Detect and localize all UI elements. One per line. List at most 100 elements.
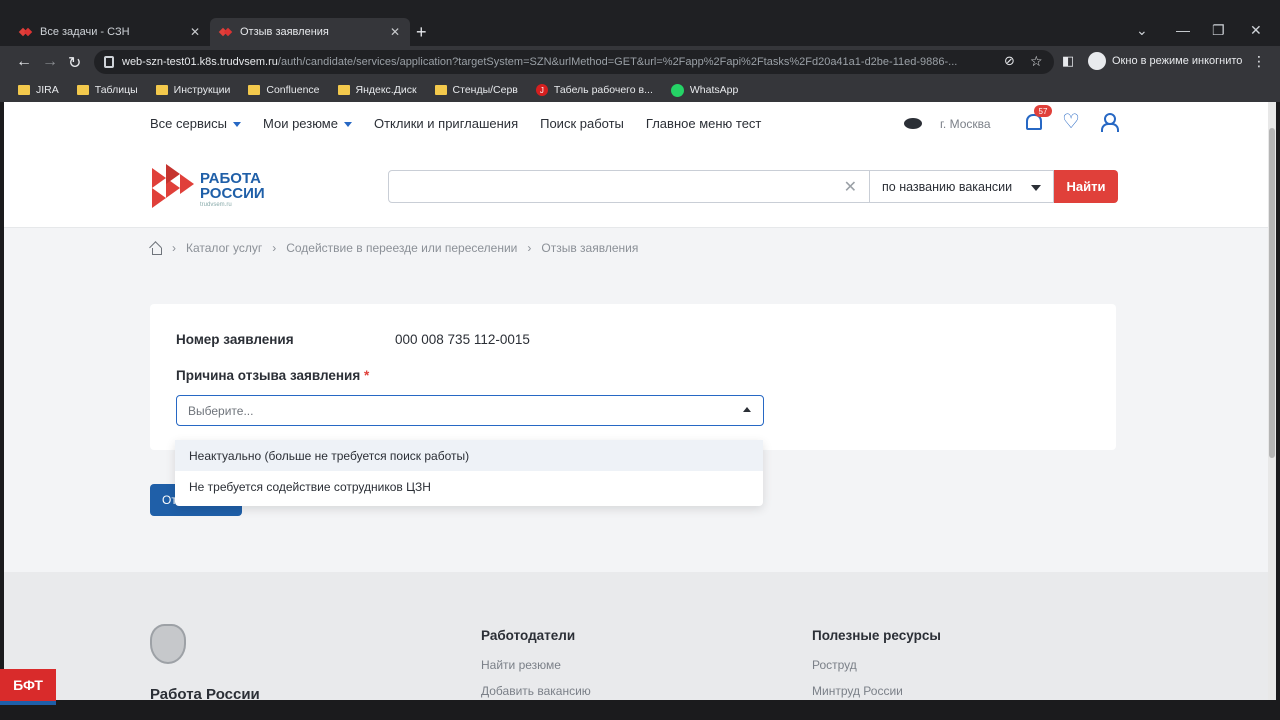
user-icon[interactable] <box>1100 113 1119 132</box>
forward-icon[interactable]: → <box>42 53 58 71</box>
home-icon[interactable] <box>150 243 162 255</box>
scrollbar-thumb[interactable] <box>1269 128 1275 458</box>
close-tab-icon[interactable]: ✕ <box>390 25 400 39</box>
whatsapp-icon <box>670 83 684 97</box>
bookmark-timesheet[interactable]: J Табель рабочего в... <box>535 84 653 96</box>
j-logo-icon: J <box>535 84 548 96</box>
lock-icon <box>104 56 114 68</box>
page-scrollbar[interactable] <box>1268 102 1276 700</box>
reason-label-text: Причина отзыва заявления <box>176 368 361 383</box>
browser-tabbar: Все задачи - СЗН ✕ Отзыв заявления ✕ + ⌄… <box>0 0 1280 46</box>
incognito-indicator[interactable]: Окно в режиме инкогнито <box>1088 52 1242 70</box>
breadcrumb-separator: › <box>527 241 532 255</box>
caret-down-icon <box>343 122 352 128</box>
close-window-icon[interactable]: ✕ <box>1250 22 1262 39</box>
bft-logo-badge: БФТ <box>0 669 56 705</box>
footer-link-add-vacancy[interactable]: Добавить вакансию <box>481 684 591 698</box>
screen-bottom-bar <box>0 700 1280 720</box>
bookmark-instructions[interactable]: Инструкции <box>155 84 231 96</box>
top-navigation: Все сервисы Мои резюме Отклики и приглаш… <box>150 116 761 131</box>
application-number-label: Номер заявления <box>176 332 294 347</box>
bookmark-label: Яндекс.Диск <box>355 84 417 96</box>
url-host: web-szn-test01.k8s.trudvsem.ru <box>122 56 278 68</box>
folder-icon <box>155 85 168 95</box>
heart-icon[interactable]: ♡ <box>1062 112 1080 132</box>
withdraw-form-card: Номер заявления 000 008 735 112-0015 При… <box>150 304 1116 450</box>
star-icon[interactable]: ☆ <box>1030 53 1043 70</box>
logo-line-2: РОССИИ <box>200 185 265 202</box>
tab-search-icon[interactable]: ⌄ <box>1136 22 1148 39</box>
breadcrumb-current: Отзыв заявления <box>541 241 639 255</box>
back-icon[interactable]: ← <box>16 53 32 71</box>
breadcrumb-separator: › <box>172 241 176 255</box>
reason-select[interactable]: Выберите... <box>176 395 764 426</box>
eye-off-icon[interactable]: ⊘ <box>1004 53 1015 69</box>
bookmark-yandex-disk[interactable]: Яндекс.Диск <box>337 84 417 96</box>
footer-brand: Работа России <box>150 686 260 700</box>
caret-down-icon <box>1031 185 1041 191</box>
footer-link-mintrud[interactable]: Минтруд России <box>812 684 903 698</box>
address-bar[interactable]: web-szn-test01.k8s.trudvsem.ru /auth/can… <box>94 50 1054 74</box>
bookmark-label: WhatsApp <box>689 84 739 96</box>
bookmark-label: Инструкции <box>173 84 231 96</box>
search-type-label: по названию вакансии <box>882 179 1013 194</box>
tab-withdraw-application[interactable]: Отзыв заявления ✕ <box>210 18 410 46</box>
accessibility-eye-icon[interactable] <box>904 118 922 129</box>
reason-option-no-assistance[interactable]: Не требуется содействие сотрудников ЦЗН <box>175 471 763 502</box>
footer-employers-title: Работодатели <box>481 628 576 643</box>
reason-dropdown-menu: Неактуально (больше не требуется поиск р… <box>175 440 763 506</box>
incognito-icon <box>1088 52 1106 70</box>
logo-subtitle: trudvsem.ru <box>200 202 232 208</box>
browser-menu-icon[interactable]: ⋮ <box>1252 53 1266 70</box>
new-tab-icon[interactable]: + <box>416 22 427 43</box>
url-path: /auth/candidate/services/application?tar… <box>277 56 958 68</box>
folder-icon <box>434 85 447 95</box>
clear-icon[interactable]: ✕ <box>844 177 857 197</box>
application-number-value: 000 008 735 112-0015 <box>395 332 530 347</box>
nav-job-search[interactable]: Поиск работы <box>540 116 624 131</box>
city-selector[interactable]: г. Москва <box>940 117 991 131</box>
bookmark-stands[interactable]: Стенды/Серв <box>434 84 518 96</box>
bookmark-tables[interactable]: Таблицы <box>76 84 138 96</box>
caret-up-icon <box>743 407 751 412</box>
folder-icon <box>248 85 261 95</box>
folder-icon <box>76 85 89 95</box>
footer-link-find-resume[interactable]: Найти резюме <box>481 658 561 672</box>
nav-label: Мои резюме <box>262 116 338 131</box>
nav-all-services[interactable]: Все сервисы <box>150 116 241 131</box>
site-favicon-icon <box>220 26 232 38</box>
breadcrumb: › Каталог услуг › Содействие в переезде … <box>150 241 638 255</box>
breadcrumb-separator: › <box>272 241 277 255</box>
reason-option-not-relevant[interactable]: Неактуально (больше не требуется поиск р… <box>175 440 763 471</box>
footer-resources-title: Полезные ресурсы <box>812 628 941 643</box>
nav-my-resumes[interactable]: Мои резюме <box>263 116 352 131</box>
bookmark-label: Стенды/Серв <box>452 84 518 96</box>
site-favicon-icon <box>20 26 32 38</box>
bookmark-jira[interactable]: JIRA <box>18 84 59 96</box>
nav-label: Все сервисы <box>150 116 227 131</box>
search-input[interactable]: ✕ <box>388 170 870 203</box>
logo-text: РАБОТА РОССИИ <box>200 171 265 201</box>
side-panel-icon[interactable]: ◧ <box>1062 53 1074 69</box>
tab-all-tasks[interactable]: Все задачи - СЗН ✕ <box>10 18 210 46</box>
site-footer: Работа России Работодатели Найти резюме … <box>4 572 1268 700</box>
folder-icon <box>18 85 30 95</box>
page-viewport: Все сервисы Мои резюме Отклики и приглаш… <box>4 102 1276 700</box>
search-button[interactable]: Найти <box>1054 170 1118 203</box>
nav-main-menu-test[interactable]: Главное меню тест <box>646 116 761 131</box>
maximize-icon[interactable]: ❐ <box>1212 22 1225 39</box>
search-type-select[interactable]: по названию вакансии <box>870 170 1054 203</box>
footer-link-rostrud[interactable]: Роструд <box>812 658 857 672</box>
bookmark-confluence[interactable]: Confluence <box>248 84 320 96</box>
reload-icon[interactable]: ↻ <box>68 53 81 73</box>
breadcrumb-relocation[interactable]: Содействие в переезде или переселении <box>286 241 517 255</box>
close-tab-icon[interactable]: ✕ <box>190 25 200 39</box>
bookmark-label: JIRA <box>36 84 59 96</box>
logo-line-1: РАБОТА <box>200 170 262 187</box>
minimize-icon[interactable]: — <box>1176 22 1190 38</box>
breadcrumb-catalog[interactable]: Каталог услуг <box>186 241 262 255</box>
reason-label: Причина отзыва заявления * <box>176 368 369 383</box>
nav-responses[interactable]: Отклики и приглашения <box>374 116 518 131</box>
site-logo[interactable]: РАБОТА РОССИИ trudvsem.ru <box>150 164 270 212</box>
bookmark-whatsapp[interactable]: WhatsApp <box>670 83 739 97</box>
